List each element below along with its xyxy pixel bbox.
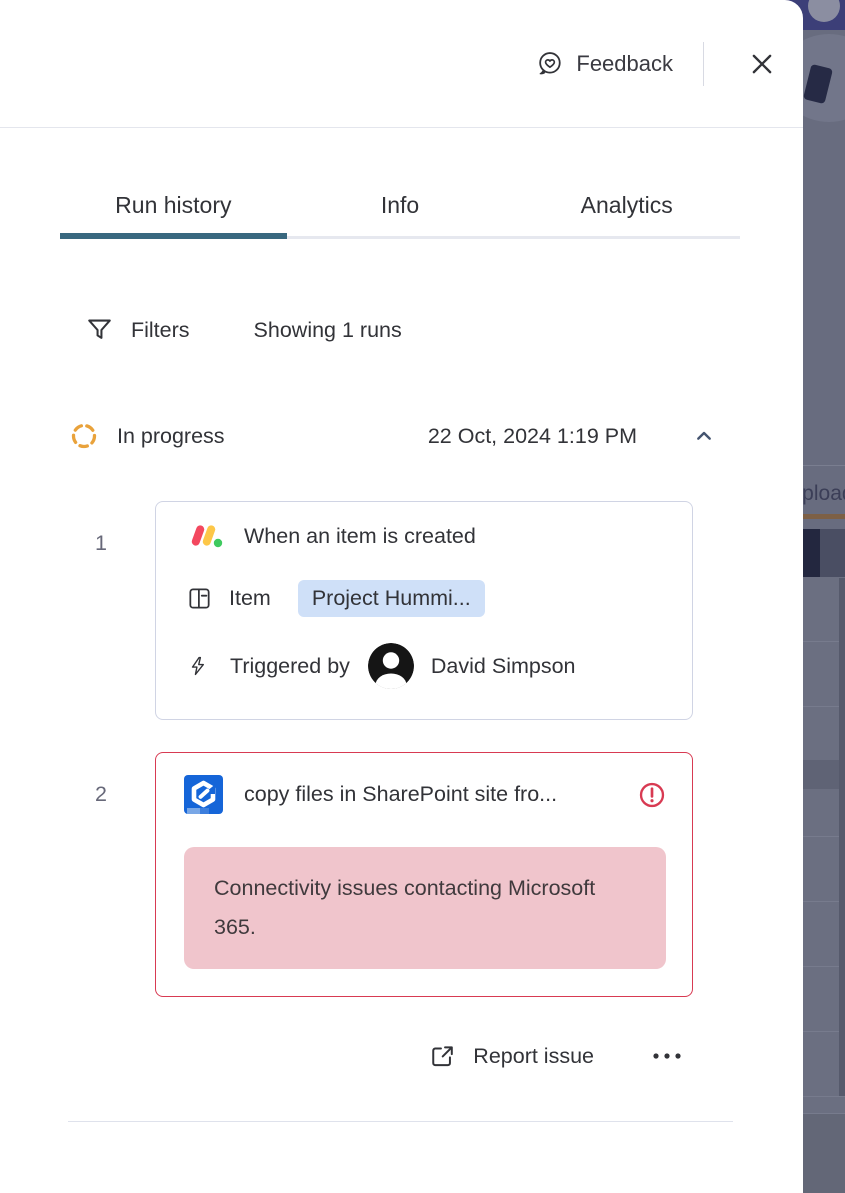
step-title-row: copy files in SharePoint site fro...: [184, 775, 666, 814]
background-footer-band: [798, 1113, 845, 1193]
monday-logo-icon: [187, 523, 223, 549]
step-title: When an item is created: [244, 524, 664, 549]
more-options-button[interactable]: [651, 1047, 683, 1065]
collapse-run-button[interactable]: [692, 424, 716, 448]
item-label: Item: [229, 586, 271, 611]
step-title: copy files in SharePoint site fro...: [244, 782, 617, 807]
error-message: Connectivity issues contacting Microsoft…: [184, 847, 666, 969]
step-card-action-error[interactable]: copy files in SharePoint site fro... Con…: [155, 752, 693, 997]
step-card-trigger[interactable]: When an item is created Item Project Hum…: [155, 501, 693, 720]
lightning-bolt-icon: [187, 652, 209, 680]
item-value-chip[interactable]: Project Hummi...: [298, 580, 485, 617]
showing-runs-text: Showing 1 runs: [254, 318, 402, 343]
background-scrollbar: [839, 578, 845, 1096]
feedback-label: Feedback: [576, 51, 673, 77]
chevron-up-icon: [692, 424, 716, 448]
run-status-label: In progress: [117, 424, 225, 449]
tab-info[interactable]: Info: [287, 192, 514, 239]
background-divider: [796, 465, 845, 466]
user-avatar-icon: [368, 643, 414, 689]
triggered-by-row: Triggered by David Simpson: [187, 643, 664, 689]
run-step-1: 1 When an item is created: [0, 501, 803, 720]
step-number: 1: [0, 501, 155, 556]
header-divider: [703, 42, 704, 86]
background-dark-block: [800, 529, 820, 577]
triggered-by-label: Triggered by: [230, 654, 350, 679]
step-number: 2: [0, 752, 155, 807]
run-group-header[interactable]: In progress 22 Oct, 2024 1:19 PM: [70, 422, 716, 450]
close-button[interactable]: [747, 49, 777, 79]
filter-funnel-icon: [85, 315, 114, 345]
in-progress-spinner-icon: [70, 422, 98, 450]
background-dark-block-right: [820, 529, 845, 577]
background-tab-underline: [796, 514, 845, 519]
run-step-2: 2 copy files in SharePoint site fro.: [0, 752, 803, 997]
filters-row: Filters Showing 1 runs: [85, 315, 803, 345]
background-row-band: [798, 760, 845, 789]
run-timestamp: 22 Oct, 2024 1:19 PM: [428, 424, 637, 449]
tab-run-history[interactable]: Run history: [60, 192, 287, 239]
panel-tabs: Run history Info Analytics: [60, 128, 740, 239]
tab-analytics[interactable]: Analytics: [513, 192, 740, 239]
item-field-row: Item Project Hummi...: [187, 580, 664, 617]
run-footer: Report issue: [0, 1042, 683, 1070]
filters-button[interactable]: Filters: [85, 315, 190, 345]
ellipsis-icon: [651, 1051, 683, 1061]
triggered-by-user: David Simpson: [431, 654, 576, 679]
filters-label: Filters: [131, 318, 190, 343]
feedback-button[interactable]: Feedback: [536, 50, 673, 77]
external-link-icon: [428, 1042, 456, 1070]
run-steps: 1 When an item is created: [0, 501, 803, 997]
bottom-divider: [68, 1121, 733, 1122]
panel-header: Feedback: [0, 0, 803, 128]
report-issue-label: Report issue: [473, 1044, 594, 1069]
sharepoint-icon: [184, 775, 223, 814]
error-icon: [638, 781, 666, 809]
board-item-icon: [187, 586, 212, 611]
close-icon: [747, 49, 777, 79]
feedback-heart-bubble-icon: [536, 50, 563, 77]
step-title-row: When an item is created: [187, 523, 664, 549]
run-history-panel: Feedback Run history Info Analytics Filt…: [0, 0, 803, 1193]
background-table-rows: [798, 577, 845, 1113]
report-issue-button[interactable]: Report issue: [428, 1042, 594, 1070]
